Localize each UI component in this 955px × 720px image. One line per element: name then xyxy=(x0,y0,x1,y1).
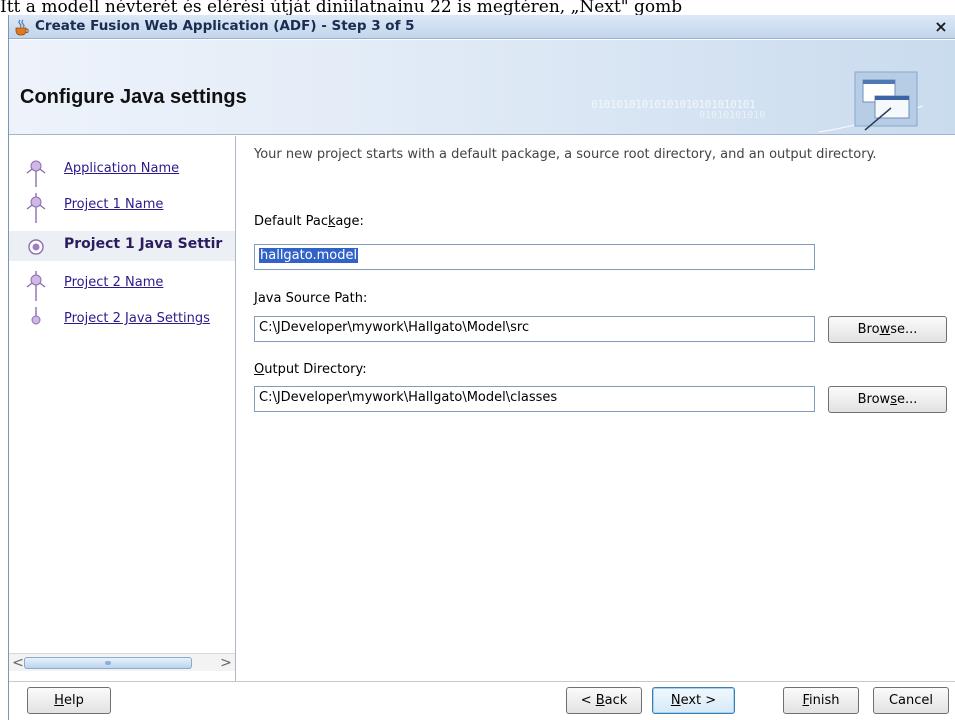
nav-label-project-2-name[interactable]: Project 2 Name xyxy=(64,275,163,290)
step-description: Your new project starts with a default p… xyxy=(254,147,877,162)
help-button[interactable]: Help xyxy=(27,687,111,714)
default-package-label: Default Package: xyxy=(254,214,364,229)
nav-horizontal-scrollbar[interactable]: < > xyxy=(9,653,235,671)
window-title: Create Fusion Web Application (ADF) - St… xyxy=(35,18,415,34)
back-button[interactable]: < Back xyxy=(566,687,642,714)
wizard-content: Your new project starts with a default p… xyxy=(237,136,955,681)
default-package-input[interactable]: hallgato.model xyxy=(254,244,815,270)
nav-label-project-1-name[interactable]: Project 1 Name xyxy=(64,197,163,212)
current-step-icon xyxy=(28,239,44,255)
next-button[interactable]: Next > xyxy=(652,687,735,714)
browse-output-directory-button[interactable]: Browse... xyxy=(828,386,947,413)
output-directory-label: Output Directory: xyxy=(254,362,367,377)
nav-item-project-2-name[interactable]: Project 2 Name xyxy=(9,270,235,301)
nav-item-project-2-java-settings[interactable]: Project 2 Java Settings xyxy=(9,306,235,336)
title-bar: Create Fusion Web Application (ADF) - St… xyxy=(9,15,955,39)
nav-item-project-1-name[interactable]: Project 1 Name xyxy=(9,192,235,223)
java-source-path-input[interactable]: C:\JDeveloper\mywork\Hallgato\Model\src xyxy=(254,316,815,342)
scrollbar-grip xyxy=(105,661,111,665)
scrollbar-thumb[interactable] xyxy=(24,657,192,669)
wizard-header: Configure Java settings 0101010101010101… xyxy=(9,40,955,135)
header-binary-decoration-2: 01010101010 xyxy=(699,110,766,121)
nav-label-project-1-java-settings[interactable]: Project 1 Java Settir xyxy=(64,236,222,252)
nav-label-project-2-java-settings[interactable]: Project 2 Java Settings xyxy=(64,311,210,326)
java-source-path-label: Java Source Path: xyxy=(254,291,368,306)
output-directory-input[interactable]: C:\JDeveloper\mywork\Hallgato\Model\clas… xyxy=(254,386,815,412)
scroll-right-arrow-icon[interactable]: > xyxy=(219,655,233,671)
pending-step-icon xyxy=(31,307,41,325)
window-graphic-icon xyxy=(819,71,923,133)
nav-item-project-1-java-settings[interactable]: Project 1 Java Settir xyxy=(9,231,235,261)
completed-step-icon xyxy=(26,193,46,223)
completed-step-icon xyxy=(26,160,46,187)
completed-step-icon xyxy=(26,271,46,301)
java-cup-icon xyxy=(15,19,29,36)
finish-button[interactable]: Finish xyxy=(783,687,859,714)
nav-item-application-name[interactable]: Application Name xyxy=(9,156,235,187)
cancel-button[interactable]: Cancel xyxy=(873,687,949,714)
nav-label-application-name[interactable]: Application Name xyxy=(64,161,179,176)
page-title: Configure Java settings xyxy=(20,86,247,108)
default-package-value: hallgato.model xyxy=(259,248,359,263)
close-icon[interactable]: × xyxy=(932,18,950,36)
browse-source-path-button[interactable]: Browse... xyxy=(828,316,947,343)
wizard-dialog: Create Fusion Web Application (ADF) - St… xyxy=(8,15,955,720)
wizard-step-nav: Application Name Project 1 Name Project … xyxy=(9,136,236,681)
scroll-left-arrow-icon[interactable]: < xyxy=(11,655,25,671)
wizard-footer: Help < Back Next > Finish Cancel xyxy=(9,681,955,720)
